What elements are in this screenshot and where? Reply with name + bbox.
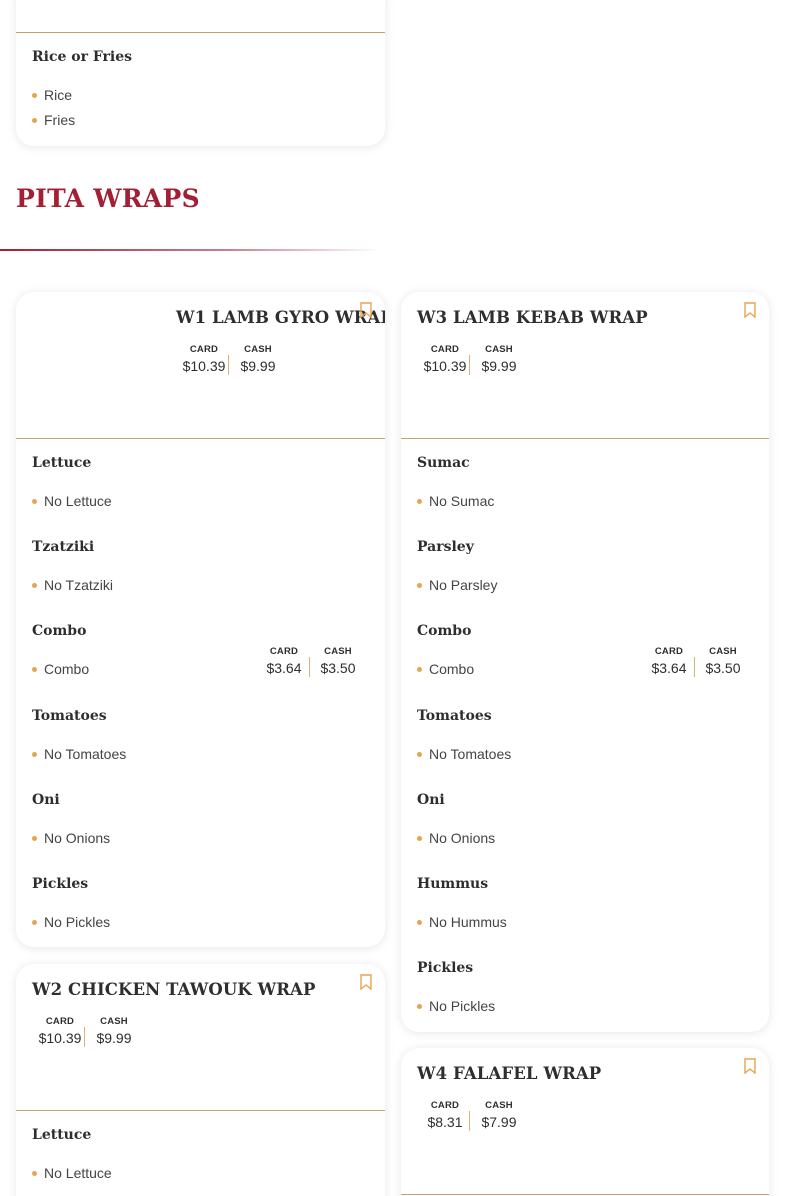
card-price-label: CARD bbox=[430, 1100, 460, 1111]
rice-or-fries-card: Rice or Fries Rice Fries bbox=[16, 0, 385, 146]
option-group-title: Pickles bbox=[32, 876, 89, 892]
section-underline bbox=[0, 249, 380, 251]
option-no-sumac[interactable]: No Sumac bbox=[417, 493, 494, 509]
option-no-onions[interactable]: No Onions bbox=[32, 830, 110, 846]
option-no-pickles[interactable]: No Pickles bbox=[417, 998, 495, 1014]
menu-item-card-w4[interactable]: W4 FALAFEL WRAP CARD $8.31 CASH $7.99 bbox=[401, 1048, 769, 1196]
option-no-hummus[interactable]: No Hummus bbox=[417, 914, 507, 930]
bullet-dot bbox=[32, 117, 37, 123]
bullet-dot bbox=[417, 751, 422, 757]
card-price-label: CARD bbox=[430, 344, 460, 355]
bookmark-icon[interactable] bbox=[360, 974, 372, 990]
card-price: $3.64 bbox=[651, 660, 687, 676]
bullet-dot bbox=[417, 498, 422, 504]
option-no-pickles[interactable]: No Pickles bbox=[32, 914, 110, 930]
bookmark-icon[interactable] bbox=[360, 302, 372, 318]
menu-item-card-w3[interactable]: W3 LAMB KEBAB WRAP CARD $10.39 CASH $9.99 … bbox=[401, 292, 769, 1032]
card-divider bbox=[16, 438, 385, 439]
cash-price: $9.99 bbox=[481, 358, 517, 374]
option-group-title: Tzatziki bbox=[32, 539, 95, 555]
option-combo[interactable]: Combo bbox=[32, 661, 89, 677]
option-price: CARD $3.64 CASH $3.50 bbox=[644, 645, 751, 677]
option-rice[interactable]: Rice bbox=[32, 87, 72, 103]
item-price: CARD $10.39 CASH $9.99 bbox=[36, 1015, 143, 1047]
card-price-label: CARD bbox=[45, 1016, 75, 1027]
cash-price-label: CASH bbox=[709, 646, 737, 657]
menu-item-card-w1[interactable]: W1 LAMB GYRO WRAP CARD $10.39 CASH $9.99 L… bbox=[16, 292, 385, 947]
card-price-label: CARD bbox=[654, 646, 684, 657]
bullet-dot bbox=[32, 582, 37, 588]
option-fries[interactable]: Fries bbox=[32, 112, 75, 128]
option-group-title: Combo bbox=[32, 623, 87, 639]
card-price: $3.64 bbox=[266, 660, 302, 676]
card-divider bbox=[16, 1110, 385, 1111]
bullet-dot bbox=[417, 1003, 422, 1009]
bullet-dot bbox=[32, 498, 37, 504]
card-divider bbox=[401, 438, 769, 439]
cash-price-label: CASH bbox=[485, 1100, 513, 1111]
bullet-dot bbox=[417, 666, 422, 672]
menu-item-card-w2[interactable]: W2 CHICKEN TAWOUK WRAP CARD $10.39 CASH $9… bbox=[16, 964, 385, 1196]
bullet-dot bbox=[32, 835, 37, 841]
card-price-label: CARD bbox=[189, 344, 219, 355]
cash-price-label: CASH bbox=[244, 344, 272, 355]
option-group-title: Oni bbox=[32, 792, 60, 808]
option-group-title: Lettuce bbox=[32, 1127, 92, 1143]
item-title: W4 FALAFEL WRAP bbox=[417, 1064, 602, 1083]
option-no-tzatziki[interactable]: No Tzatziki bbox=[32, 577, 113, 593]
item-price: CARD $10.39 CASH $9.99 bbox=[421, 343, 528, 375]
card-price: $10.39 bbox=[423, 358, 467, 374]
card-price: $10.39 bbox=[182, 358, 226, 374]
bookmark-icon[interactable] bbox=[744, 1058, 756, 1074]
option-group-title: Tomatoes bbox=[417, 708, 492, 724]
item-price: CARD $10.39 CASH $9.99 bbox=[180, 343, 287, 375]
cash-price-label: CASH bbox=[100, 1016, 128, 1027]
item-title: W3 LAMB KEBAB WRAP bbox=[417, 308, 648, 327]
bullet-dot bbox=[32, 751, 37, 757]
item-title: W1 LAMB GYRO WRAP bbox=[176, 308, 385, 327]
bullet-dot bbox=[417, 919, 422, 925]
bullet-dot bbox=[32, 666, 37, 672]
section-title: PITA WRAPS bbox=[16, 184, 200, 213]
option-group-title: Hummus bbox=[417, 876, 489, 892]
cash-price: $7.99 bbox=[481, 1114, 517, 1130]
option-group-title: Oni bbox=[417, 792, 445, 808]
cash-price-label: CASH bbox=[324, 646, 352, 657]
item-price: CARD $8.31 CASH $7.99 bbox=[421, 1099, 528, 1131]
bookmark-icon[interactable] bbox=[744, 302, 756, 318]
cash-price: $9.99 bbox=[96, 1030, 132, 1046]
option-group-title: Parsley bbox=[417, 539, 474, 555]
bullet-dot bbox=[417, 835, 422, 841]
option-group-title: Combo bbox=[417, 623, 472, 639]
cash-price: $3.50 bbox=[320, 660, 356, 676]
option-no-lettuce[interactable]: No Lettuce bbox=[32, 1165, 112, 1181]
option-no-tomatoes[interactable]: No Tomatoes bbox=[417, 746, 511, 762]
bullet-dot bbox=[32, 92, 37, 98]
card-price: $10.39 bbox=[38, 1030, 82, 1046]
option-no-parsley[interactable]: No Parsley bbox=[417, 577, 497, 593]
bullet-dot bbox=[32, 1170, 37, 1176]
option-price: CARD $3.64 CASH $3.50 bbox=[259, 645, 366, 677]
cash-price: $9.99 bbox=[240, 358, 276, 374]
option-no-onions[interactable]: No Onions bbox=[417, 830, 495, 846]
option-no-tomatoes[interactable]: No Tomatoes bbox=[32, 746, 126, 762]
item-title: W2 CHICKEN TAWOUK WRAP bbox=[32, 980, 316, 999]
card-price-label: CARD bbox=[269, 646, 299, 657]
option-group-title: Lettuce bbox=[32, 455, 92, 471]
cash-price-label: CASH bbox=[485, 344, 513, 355]
cash-price: $3.50 bbox=[705, 660, 741, 676]
option-group-title: Pickles bbox=[417, 960, 474, 976]
card-price: $8.31 bbox=[427, 1114, 463, 1130]
bullet-dot bbox=[32, 919, 37, 925]
option-group-title: Tomatoes bbox=[32, 708, 107, 724]
option-group-title: Sumac bbox=[417, 455, 470, 471]
option-group-title: Rice or Fries bbox=[32, 49, 133, 65]
card-divider bbox=[401, 1194, 769, 1195]
option-combo[interactable]: Combo bbox=[417, 661, 474, 677]
bullet-dot bbox=[417, 582, 422, 588]
option-no-lettuce[interactable]: No Lettuce bbox=[32, 493, 112, 509]
card-divider bbox=[16, 32, 385, 33]
